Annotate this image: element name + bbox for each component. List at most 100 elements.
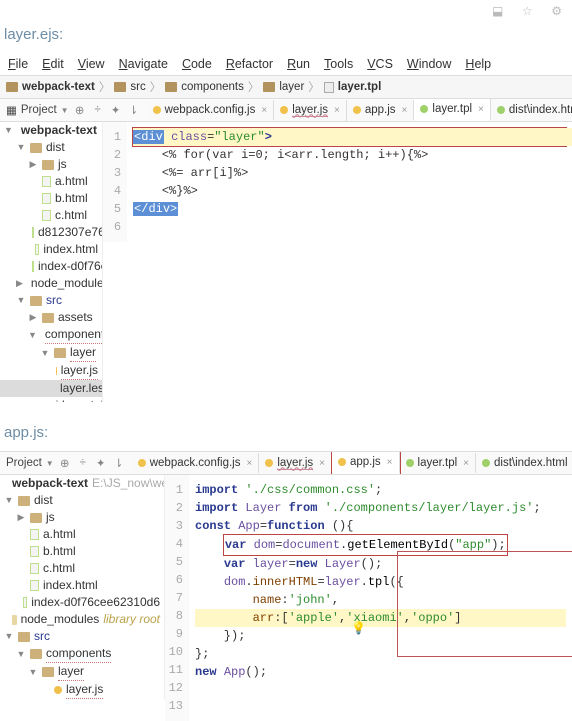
editor-tab[interactable]: layer.tpl×: [414, 99, 490, 121]
menu-item-navigate[interactable]: Navigate: [115, 55, 172, 73]
tree-row[interactable]: layer.less: [0, 380, 102, 397]
menu-item-edit[interactable]: Edit: [38, 55, 68, 73]
tree-row[interactable]: layer.tpl: [0, 397, 102, 402]
tree-row[interactable]: d812307e7611deffc480: [0, 224, 102, 241]
menu-item-refactor[interactable]: Refactor: [222, 55, 277, 73]
menu-item-run[interactable]: Run: [283, 55, 314, 73]
tree-twistie-icon[interactable]: ▼: [16, 292, 26, 309]
scroll-target-icon[interactable]: ⊕: [58, 456, 72, 470]
menu-item-view[interactable]: View: [74, 55, 109, 73]
editor-tab[interactable]: layer.tpl×: [400, 453, 476, 473]
tree-row[interactable]: c.html: [0, 560, 164, 577]
settings-star-icon[interactable]: ✦: [94, 456, 108, 470]
tree-row[interactable]: index.html: [0, 577, 164, 594]
breadcrumb-part[interactable]: layer: [279, 81, 304, 93]
tree-row[interactable]: layer.less: [0, 699, 164, 700]
menu-item-tools[interactable]: Tools: [320, 55, 357, 73]
tree-twistie-icon[interactable]: ▼: [28, 664, 38, 681]
tree-twistie-icon[interactable]: ▼: [16, 646, 26, 663]
breadcrumb[interactable]: webpack-text 〉 src 〉 components 〉 layer …: [0, 76, 572, 99]
tree-row[interactable]: ▼dist: [0, 492, 164, 509]
menu-item-window[interactable]: Window: [403, 55, 455, 73]
code-area-2[interactable]: import './css/common.css';import Layer f…: [189, 475, 572, 721]
code-editor-2[interactable]: 12345678910111213 import './css/common.c…: [165, 475, 572, 721]
menu-item-help[interactable]: Help: [461, 55, 495, 73]
breadcrumb-part[interactable]: components: [181, 81, 244, 93]
gear-icon[interactable]: ⚙: [542, 4, 562, 18]
close-tab-icon[interactable]: ×: [387, 457, 393, 468]
project-tree[interactable]: ▼webpack-text E:\JS_now\we▼dist▶jsa.html…: [0, 122, 103, 402]
tree-row[interactable]: ▼components: [0, 326, 102, 344]
tree-twistie-icon[interactable]: ▶: [16, 275, 23, 292]
tree-row[interactable]: layer.js: [0, 681, 164, 699]
tree-row[interactable]: ▼dist: [0, 139, 102, 156]
breadcrumb-current[interactable]: layer.tpl: [338, 81, 381, 93]
settings-star-icon[interactable]: ✦: [109, 103, 123, 117]
tree-row[interactable]: b.html: [0, 543, 164, 560]
tree-twistie-icon[interactable]: ▶: [16, 509, 26, 526]
code-editor[interactable]: 123456 <div class="layer"> <div>this is …: [103, 122, 572, 242]
project-tree-2[interactable]: webpack-text E:\JS_now\web▼dist▶jsa.html…: [0, 475, 165, 700]
tree-row[interactable]: ▶assets: [0, 309, 102, 326]
close-tab-icon[interactable]: ×: [261, 105, 267, 116]
tree-row[interactable]: ▼src: [0, 628, 164, 645]
hide-icon[interactable]: ⇂: [112, 456, 126, 470]
close-tab-icon[interactable]: ×: [247, 458, 253, 469]
project-view-label[interactable]: Project: [6, 457, 42, 469]
tree-row[interactable]: index-d0f76cee62310d: [0, 258, 102, 275]
close-tab-icon[interactable]: ×: [319, 458, 325, 469]
editor-tab[interactable]: app.js×: [332, 452, 400, 474]
menu-item-vcs[interactable]: VCS: [363, 55, 397, 73]
editor-tab[interactable]: dist\index.html×: [476, 453, 572, 473]
scroll-target-icon[interactable]: ⊕: [73, 103, 87, 117]
tree-twistie-icon[interactable]: ▼: [40, 345, 50, 362]
tree-row[interactable]: node_modules library root: [0, 611, 164, 628]
editor-tab[interactable]: layer.js×: [259, 453, 332, 474]
breadcrumb-part[interactable]: src: [130, 81, 145, 93]
collapse-all-icon[interactable]: ÷: [76, 457, 90, 469]
bulb-hint-icon[interactable]: 💡: [351, 621, 366, 635]
tree-row[interactable]: b.html: [0, 190, 102, 207]
menu-item-code[interactable]: Code: [178, 55, 216, 73]
breadcrumb-project[interactable]: webpack-text: [22, 81, 95, 93]
tree-twistie-icon[interactable]: ▼: [4, 122, 13, 139]
tree-row[interactable]: a.html: [0, 173, 102, 190]
tree-row[interactable]: webpack-text E:\JS_now\web: [0, 475, 164, 492]
dropdown-arrow-icon[interactable]: ▼: [61, 106, 69, 115]
close-tab-icon[interactable]: ×: [463, 458, 469, 469]
star-favorite-icon[interactable]: ☆: [513, 4, 533, 18]
hide-icon[interactable]: ⇂: [127, 103, 141, 117]
close-tab-icon[interactable]: ×: [334, 105, 340, 116]
tree-row[interactable]: index-d0f76cee62310d6: [0, 594, 164, 611]
tree-row[interactable]: ▶js: [0, 509, 164, 526]
tree-row[interactable]: ▼components: [0, 645, 164, 663]
close-tab-icon[interactable]: ×: [402, 105, 408, 116]
close-tab-icon[interactable]: ×: [478, 104, 484, 115]
tree-row[interactable]: index.html: [0, 241, 102, 258]
tree-row[interactable]: c.html: [0, 207, 102, 224]
tree-row[interactable]: ▼layer: [0, 344, 102, 362]
tree-row[interactable]: a.html: [0, 526, 164, 543]
tree-row[interactable]: ▶js: [0, 156, 102, 173]
tree-twistie-icon[interactable]: ▼: [4, 492, 14, 509]
editor-tab[interactable]: app.js×: [347, 100, 415, 120]
tree-twistie-icon[interactable]: ▶: [28, 156, 38, 173]
tree-row[interactable]: ▼src: [0, 292, 102, 309]
code-area[interactable]: <div class="layer"> <div>this is <%= nam…: [127, 122, 572, 242]
tree-twistie-icon[interactable]: ▼: [16, 139, 26, 156]
editor-tab[interactable]: layer.js×: [274, 100, 347, 121]
tree-row[interactable]: ▶node_modules library root: [0, 275, 102, 292]
tree-twistie-icon[interactable]: ▼: [4, 628, 14, 645]
tree-row[interactable]: ▼layer: [0, 663, 164, 681]
view-selector-icon[interactable]: ▦: [6, 103, 17, 117]
tree-twistie-icon[interactable]: ▶: [28, 309, 38, 326]
editor-tab[interactable]: dist\index.html×: [491, 100, 572, 120]
menu-item-file[interactable]: File: [4, 55, 32, 73]
tree-twistie-icon[interactable]: ▼: [28, 327, 37, 344]
tree-row[interactable]: ▼webpack-text E:\JS_now\we: [0, 122, 102, 139]
download-icon[interactable]: ⬓: [483, 4, 503, 18]
tree-row[interactable]: layer.js: [0, 362, 102, 380]
project-view-label[interactable]: Project: [21, 104, 57, 116]
collapse-all-icon[interactable]: ÷: [91, 104, 105, 116]
editor-tab[interactable]: webpack.config.js×: [132, 453, 260, 473]
